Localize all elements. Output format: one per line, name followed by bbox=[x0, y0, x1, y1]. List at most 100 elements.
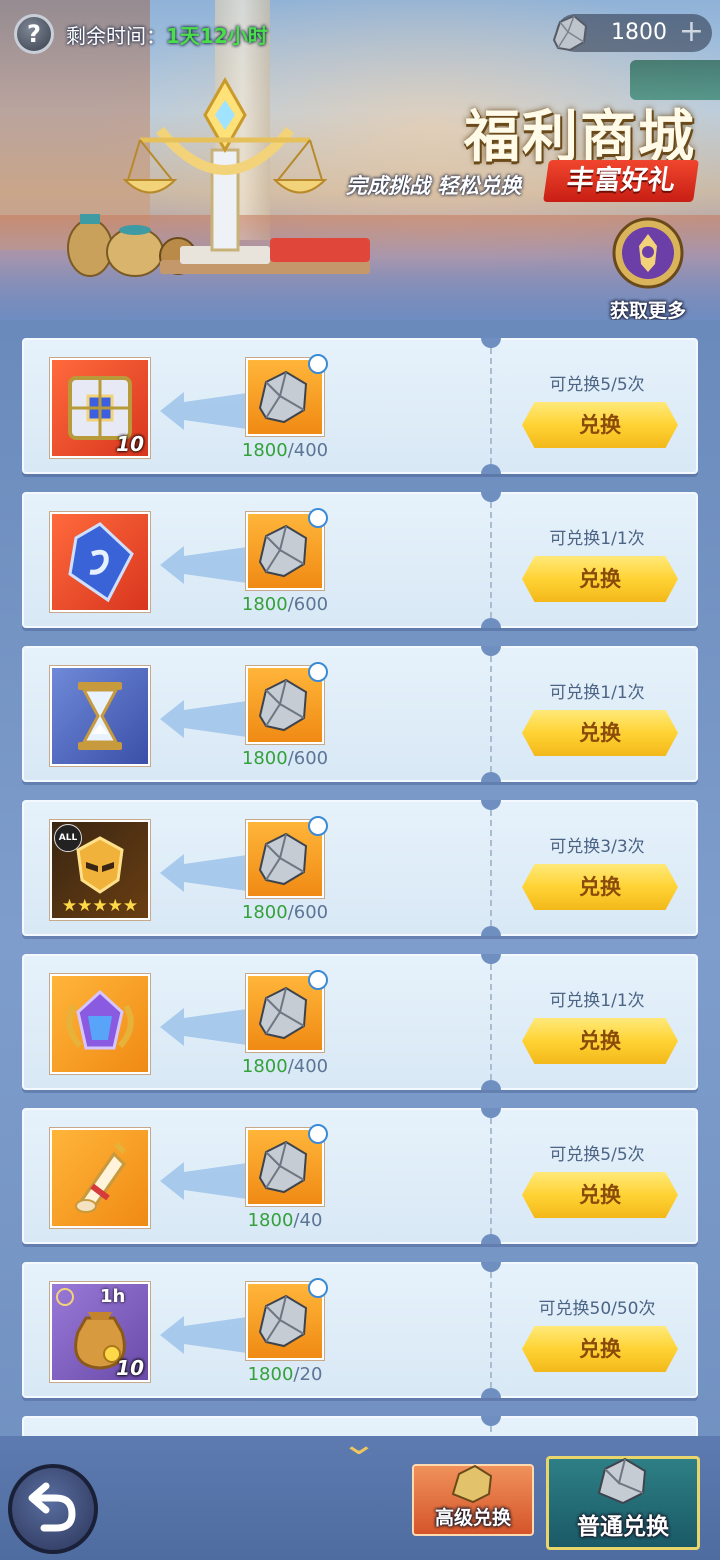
tab-normal-exchange[interactable]: 普通兑换 bbox=[546, 1456, 700, 1550]
row-divider bbox=[490, 1426, 492, 1436]
exchange-limit: 可兑换1/1次 bbox=[549, 683, 645, 703]
add-currency-button[interactable]: + bbox=[679, 16, 704, 48]
duration-label: 1h bbox=[100, 1286, 126, 1307]
cost-have: 1800 bbox=[241, 748, 288, 769]
cost-item[interactable] bbox=[246, 1124, 328, 1206]
row-divider bbox=[490, 656, 492, 772]
remaining-time: 剩余时间：1天12小时 bbox=[66, 20, 268, 49]
row-divider bbox=[490, 1118, 492, 1234]
ore-icon bbox=[597, 1457, 647, 1505]
ticket-notch bbox=[481, 800, 501, 810]
exchange-list[interactable]: 10 1800/400 可兑换5/5次 兑换 1800/600 可兑换1/1次 … bbox=[0, 338, 720, 1436]
exchange-row: 1800/400 可兑换1/1次 兑换 bbox=[22, 954, 698, 1090]
promo-tag: 丰富好礼 bbox=[543, 160, 699, 202]
all-badge: ALL bbox=[54, 824, 82, 852]
cost-item[interactable] bbox=[246, 508, 328, 590]
gold-ore-icon bbox=[451, 1464, 493, 1504]
cost-progress: 1800/600 bbox=[224, 594, 346, 615]
currency-display: 1800 + bbox=[552, 14, 712, 52]
ticket-notch bbox=[481, 1388, 501, 1398]
exchange-button[interactable]: 兑换 bbox=[522, 556, 678, 602]
reward-item[interactable] bbox=[50, 666, 150, 766]
help-button[interactable]: ? bbox=[14, 14, 54, 54]
cost-need: /600 bbox=[287, 594, 329, 615]
exchange-button[interactable]: 兑换 bbox=[522, 710, 678, 756]
cost-item[interactable] bbox=[246, 1278, 328, 1360]
exchange-limit: 可兑换3/3次 bbox=[549, 837, 645, 857]
back-button[interactable] bbox=[8, 1464, 98, 1554]
remaining-time-label: 剩余时间： bbox=[66, 24, 166, 48]
tab-advanced-label: 高级兑换 bbox=[434, 1507, 511, 1529]
reward-item[interactable]: 10 bbox=[50, 358, 150, 458]
ore-icon bbox=[552, 14, 588, 52]
arrow-left-icon bbox=[160, 392, 254, 430]
ticket-notch bbox=[481, 1080, 501, 1090]
cost-need: /400 bbox=[287, 440, 329, 461]
ticket-notch bbox=[481, 492, 501, 502]
reward-item[interactable] bbox=[50, 512, 150, 612]
arrow-left-icon bbox=[160, 1316, 254, 1354]
reward-item[interactable]: 1h 10 bbox=[50, 1282, 150, 1382]
exchange-button[interactable]: 兑换 bbox=[522, 1018, 678, 1064]
exchange-limit: 可兑换5/5次 bbox=[549, 1145, 645, 1165]
row-divider bbox=[490, 964, 492, 1080]
arrow-left-icon bbox=[160, 700, 254, 738]
bottom-bar: ⌄ 高级兑换 普通兑换 bbox=[0, 1430, 720, 1560]
reward-count: 10 bbox=[116, 432, 144, 456]
exchange-button[interactable]: 兑换 bbox=[522, 402, 678, 448]
get-more-button[interactable]: 获取更多 bbox=[600, 216, 696, 320]
ticket-notch bbox=[481, 464, 501, 474]
back-arrow-icon bbox=[28, 1482, 76, 1532]
cost-item[interactable] bbox=[246, 970, 328, 1052]
cost-have: 1800 bbox=[241, 594, 288, 615]
ticket-notch bbox=[481, 1262, 501, 1272]
scroll-down-icon: ⌄ bbox=[340, 1427, 378, 1462]
cost-item[interactable] bbox=[246, 662, 328, 744]
cost-have: 1800 bbox=[247, 1364, 294, 1385]
cost-item[interactable] bbox=[246, 816, 328, 898]
arrow-left-icon bbox=[160, 854, 254, 892]
clock-icon bbox=[308, 508, 328, 528]
clock-icon bbox=[308, 816, 328, 836]
duration-badge: 1h bbox=[52, 1284, 148, 1312]
tab-advanced-exchange[interactable]: 高级兑换 bbox=[412, 1464, 534, 1536]
trophy-illustration bbox=[122, 76, 370, 274]
row-divider bbox=[490, 502, 492, 618]
reward-item[interactable] bbox=[50, 974, 150, 1074]
cost-have: 1800 bbox=[241, 440, 288, 461]
exchange-row: ALL ★★★★★ 1800/600 可兑换3/3次 兑换 bbox=[22, 800, 698, 936]
cost-progress: 1800/400 bbox=[224, 440, 346, 461]
reward-item[interactable]: ALL ★★★★★ bbox=[50, 820, 150, 920]
ticket-notch bbox=[481, 1416, 501, 1426]
ticket-notch bbox=[481, 646, 501, 656]
exchange-button[interactable]: 兑换 bbox=[522, 1326, 678, 1372]
ticket-notch bbox=[481, 772, 501, 782]
row-divider bbox=[490, 810, 492, 926]
ticket-notch bbox=[481, 954, 501, 964]
star-rating: ★★★★★ bbox=[61, 896, 139, 916]
exchange-row: 1800/600 可兑换1/1次 兑换 bbox=[22, 646, 698, 782]
hourglass-icon bbox=[78, 682, 122, 750]
cost-progress: 1800/40 bbox=[224, 1210, 346, 1231]
clock-icon bbox=[308, 662, 328, 682]
exchange-button[interactable]: 兑换 bbox=[522, 864, 678, 910]
purple-gem-icon bbox=[66, 989, 134, 1050]
cost-item[interactable] bbox=[246, 354, 328, 436]
cost-have: 1800 bbox=[241, 1056, 288, 1077]
exchange-limit: 可兑换1/1次 bbox=[549, 991, 645, 1011]
ticket-notch bbox=[481, 926, 501, 936]
clock-icon bbox=[308, 970, 328, 990]
cost-progress: 1800/20 bbox=[224, 1364, 346, 1385]
reward-item[interactable] bbox=[50, 1128, 150, 1228]
cost-need: /400 bbox=[287, 1056, 329, 1077]
arrow-left-icon bbox=[160, 546, 254, 584]
reward-count: 10 bbox=[116, 1356, 144, 1380]
clock-icon bbox=[56, 1288, 74, 1306]
ticket-notch bbox=[481, 1234, 501, 1244]
cost-have: 1800 bbox=[241, 902, 288, 923]
exchange-button[interactable]: 兑换 bbox=[522, 1172, 678, 1218]
clock-icon bbox=[308, 1124, 328, 1144]
exchange-row: 10 1800/400 可兑换5/5次 兑换 bbox=[22, 338, 698, 474]
remaining-time-value: 1天12小时 bbox=[166, 24, 268, 48]
ticket-notch bbox=[481, 618, 501, 628]
